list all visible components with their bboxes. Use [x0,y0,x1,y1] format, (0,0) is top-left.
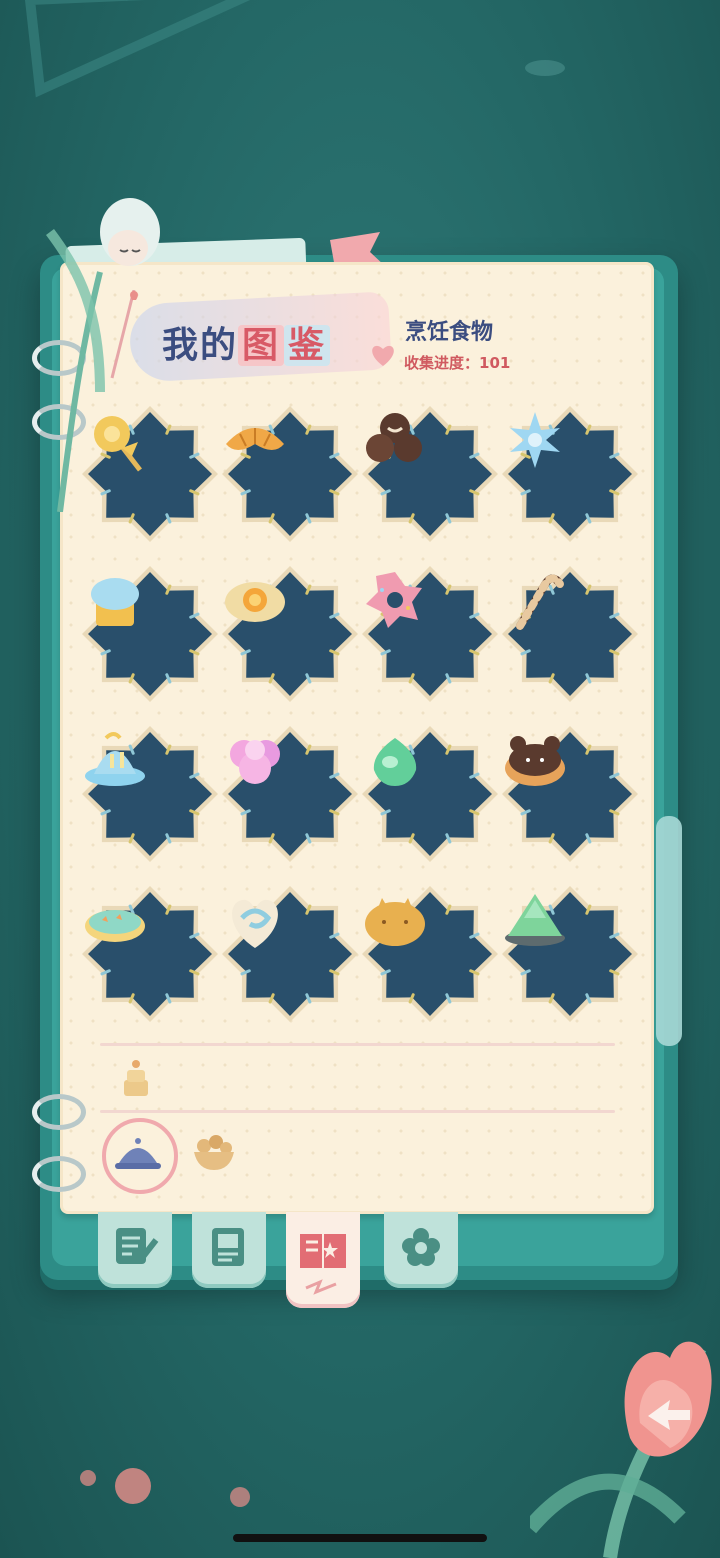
photo-book-icon [212,1228,244,1266]
muffin-icon [91,578,139,626]
collection-item[interactable] [500,884,640,1024]
bear-donut-icon [505,736,565,786]
title-highlight: 图 [238,325,285,366]
heart-swirl-bread-icon [232,899,278,948]
collection-item[interactable] [500,724,640,864]
snowflake-candy-icon [510,412,560,468]
collection-item[interactable] [360,724,500,864]
flower-icon [402,1228,440,1266]
binder-ring [32,1156,86,1192]
collection-item[interactable] [220,724,360,864]
egg-tart-icon [225,582,285,622]
collection-item[interactable] [80,724,220,864]
tab-album[interactable] [192,1212,266,1288]
divider-line [100,1110,615,1113]
chocolate-cookies-icon [366,413,422,462]
progress-value: 101 [479,354,511,372]
collection-progress: 收集进度：101 [404,352,510,373]
divider-line [100,1043,615,1046]
donut-icon [366,572,422,628]
collection-item[interactable] [220,884,360,1024]
tab-encyclopedia[interactable] [286,1212,360,1308]
candy-cane-icon [516,574,564,630]
home-indicator [233,1534,487,1542]
collection-item[interactable] [500,404,640,544]
tab-notes[interactable] [98,1212,172,1288]
category-title: 烹饪食物 [405,320,494,345]
croissant-icon [226,428,284,450]
blue-cake-icon [85,732,145,786]
star-cookie-icon [85,910,145,942]
lollipop-icon [94,416,142,472]
note-pencil-icon [116,1228,159,1264]
progress-label: 收集进度： [404,354,480,372]
book-star-icon [300,1234,346,1295]
item-grid [80,404,638,1024]
collection-item[interactable] [500,564,640,704]
mountain-jelly-icon [505,894,565,946]
collection-item[interactable] [220,564,360,704]
arrow-icon [110,290,138,379]
back-button[interactable] [530,1288,720,1558]
collection-item[interactable] [80,884,220,1024]
tab-flower[interactable] [384,1212,458,1288]
cat-bun-icon [365,898,425,946]
collection-item[interactable] [360,564,500,704]
collection-item[interactable] [360,884,500,1024]
side-clip-decoration [656,816,682,1046]
collection-item[interactable] [80,404,220,544]
collection-item[interactable] [360,404,500,544]
collection-item[interactable] [80,564,220,704]
dessert-category-icon[interactable] [118,1056,152,1100]
page-title: 我的图鉴 [162,316,331,368]
heart-icon [372,345,394,366]
collection-item[interactable] [220,404,360,544]
fruit-bowl-icon[interactable] [190,1132,238,1172]
title-highlight: 鉴 [284,325,331,366]
cotton-candy-icon [230,740,280,784]
binder-ring [32,1094,86,1130]
title-text: 我的 [162,325,239,366]
green-mochi-icon [373,738,417,786]
cloche-icon [115,1138,161,1169]
